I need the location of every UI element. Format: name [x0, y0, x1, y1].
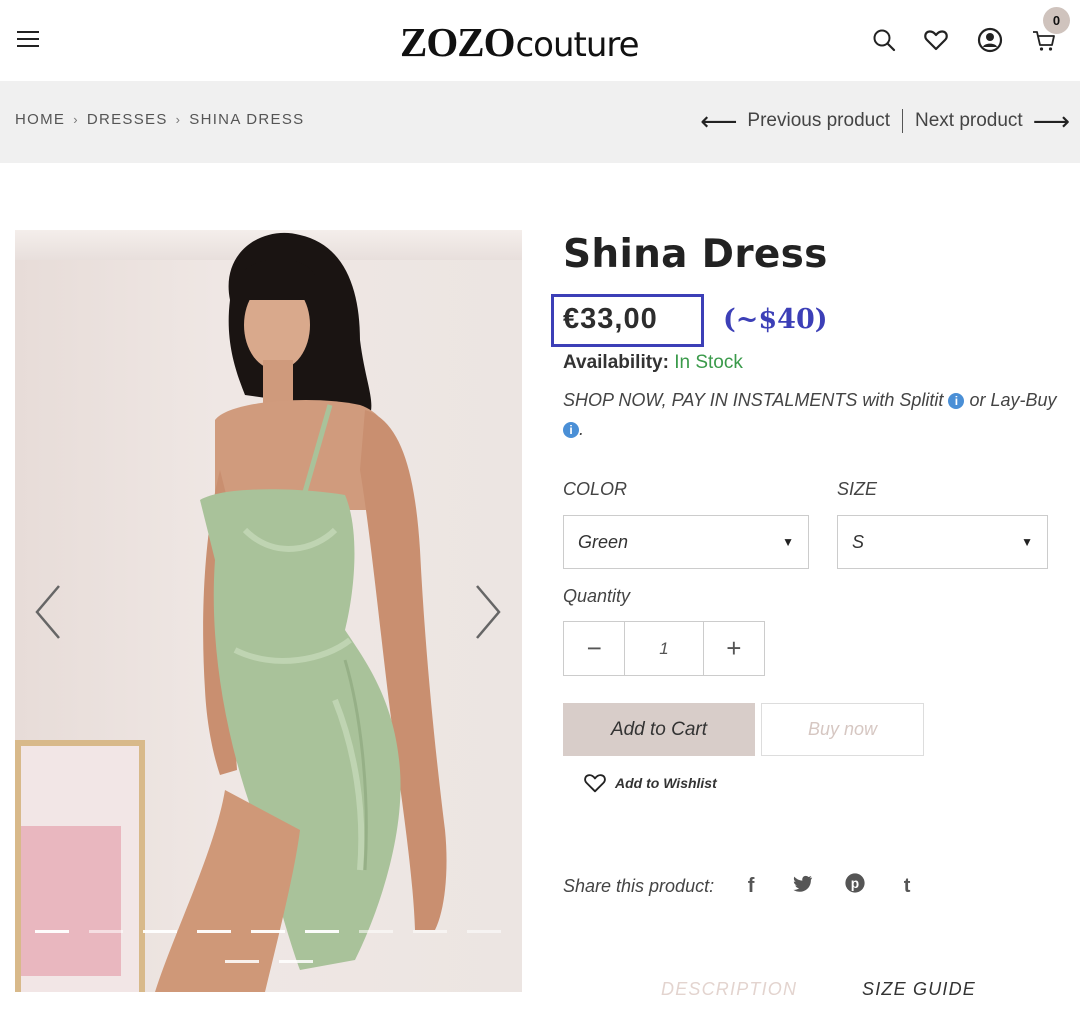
product-price: €33,00 — [563, 303, 658, 335]
size-label: SIZE — [837, 479, 878, 499]
gallery-dot[interactable] — [305, 930, 339, 933]
menu-icon[interactable] — [17, 31, 39, 49]
breadcrumb-separator: › — [73, 112, 79, 127]
size-select[interactable]: S ▼ — [837, 515, 1048, 569]
twitter-icon[interactable] — [788, 872, 818, 900]
breadcrumb-separator: › — [175, 112, 182, 127]
nav-divider — [901, 109, 903, 133]
splitit-info-icon[interactable]: i — [948, 393, 965, 409]
quantity-label: Quantity — [563, 586, 631, 606]
facebook-icon[interactable]: f — [736, 875, 766, 898]
color-select[interactable]: Green ▼ — [563, 515, 809, 569]
gallery-dot[interactable] — [413, 930, 447, 933]
share-row: Share this product: f p t — [563, 872, 922, 900]
buy-now-button[interactable]: Buy now — [761, 703, 924, 756]
product-photo — [155, 232, 447, 992]
gallery-dot[interactable] — [279, 960, 313, 963]
product-title: Shina Dress — [563, 232, 828, 277]
laybuy-info-icon[interactable]: i — [563, 422, 579, 438]
tab-description[interactable]: DESCRIPTION — [661, 979, 797, 1000]
quantity-decrease-button[interactable]: − — [564, 622, 624, 675]
size-select-value: S — [852, 532, 865, 552]
pinterest-icon[interactable]: p — [840, 872, 870, 900]
site-header: ZOZO couture 0 — [0, 0, 1080, 80]
color-select-value: Green — [578, 532, 629, 552]
previous-product-link[interactable]: Previous product — [747, 110, 890, 132]
cart-count-badge: 0 — [1043, 7, 1070, 34]
gallery-dot[interactable] — [143, 930, 177, 933]
quantity-increase-button[interactable]: + — [704, 622, 764, 675]
heart-icon — [584, 774, 606, 793]
gallery-pagination — [35, 930, 505, 933]
add-to-wishlist-label: Add to Wishlist — [615, 775, 717, 791]
tumblr-icon[interactable]: t — [892, 875, 922, 898]
gallery-next-icon[interactable] — [473, 582, 503, 642]
account-icon[interactable] — [977, 27, 1003, 53]
breadcrumb-dresses[interactable]: DRESSES — [87, 111, 168, 128]
gallery-dot[interactable] — [225, 960, 259, 963]
gallery-dot[interactable] — [359, 930, 393, 933]
installments-note: SHOP NOW, PAY IN INSTALMENTS with Spliti… — [563, 386, 1063, 444]
breadcrumb-current: SHINA DRESS — [189, 111, 305, 128]
svg-text:p: p — [851, 876, 859, 891]
breadcrumb-home[interactable]: HOME — [15, 111, 65, 128]
add-to-wishlist-link[interactable]: Add to Wishlist — [583, 771, 717, 795]
breadcrumb: HOME › DRESSES › SHINA DRESS — [15, 111, 304, 128]
price-usd-annotation: (~$40) — [723, 304, 828, 335]
availability-label: Availability: — [563, 352, 669, 373]
logo-sub: couture — [515, 25, 639, 65]
breadcrumb-bar: HOME › DRESSES › SHINA DRESS ⟵ Previous … — [0, 81, 1080, 163]
gallery-dot[interactable] — [35, 930, 69, 933]
site-logo[interactable]: ZOZO couture — [400, 18, 640, 65]
search-icon[interactable] — [871, 27, 897, 53]
gallery-previous-icon[interactable] — [33, 582, 63, 642]
gallery-dot[interactable] — [251, 930, 285, 933]
installments-end: . — [579, 419, 585, 439]
gallery-dot[interactable] — [467, 930, 501, 933]
wishlist-heart-icon[interactable] — [923, 27, 949, 53]
color-label: COLOR — [563, 479, 628, 499]
arrow-left-icon[interactable]: ⟵ — [700, 108, 737, 134]
gallery-pagination-row2 — [225, 960, 313, 963]
product-image-gallery[interactable] — [15, 230, 522, 992]
arrow-right-icon[interactable]: ⟶ — [1033, 108, 1070, 134]
product-navigation: ⟵ Previous product Next product ⟶ — [700, 108, 1070, 134]
availability-value: In Stock — [674, 352, 743, 373]
availability: Availability: In Stock — [563, 352, 743, 374]
quantity-input[interactable]: 1 — [624, 622, 704, 675]
gallery-dot[interactable] — [197, 930, 231, 933]
tab-size-guide[interactable]: SIZE GUIDE — [862, 979, 976, 1000]
share-label: Share this product: — [563, 875, 715, 896]
chevron-down-icon: ▼ — [1021, 535, 1033, 549]
next-product-link[interactable]: Next product — [915, 110, 1023, 132]
logo-brand: ZOZO — [400, 19, 515, 65]
chevron-down-icon: ▼ — [782, 535, 794, 549]
installments-text: SHOP NOW, PAY IN INSTALMENTS with Spliti… — [563, 390, 944, 410]
installments-or-text: or Lay-Buy — [969, 390, 1057, 410]
gallery-dot[interactable] — [89, 930, 123, 933]
add-to-cart-button[interactable]: Add to Cart — [563, 703, 755, 756]
quantity-stepper: − 1 + — [563, 621, 765, 676]
